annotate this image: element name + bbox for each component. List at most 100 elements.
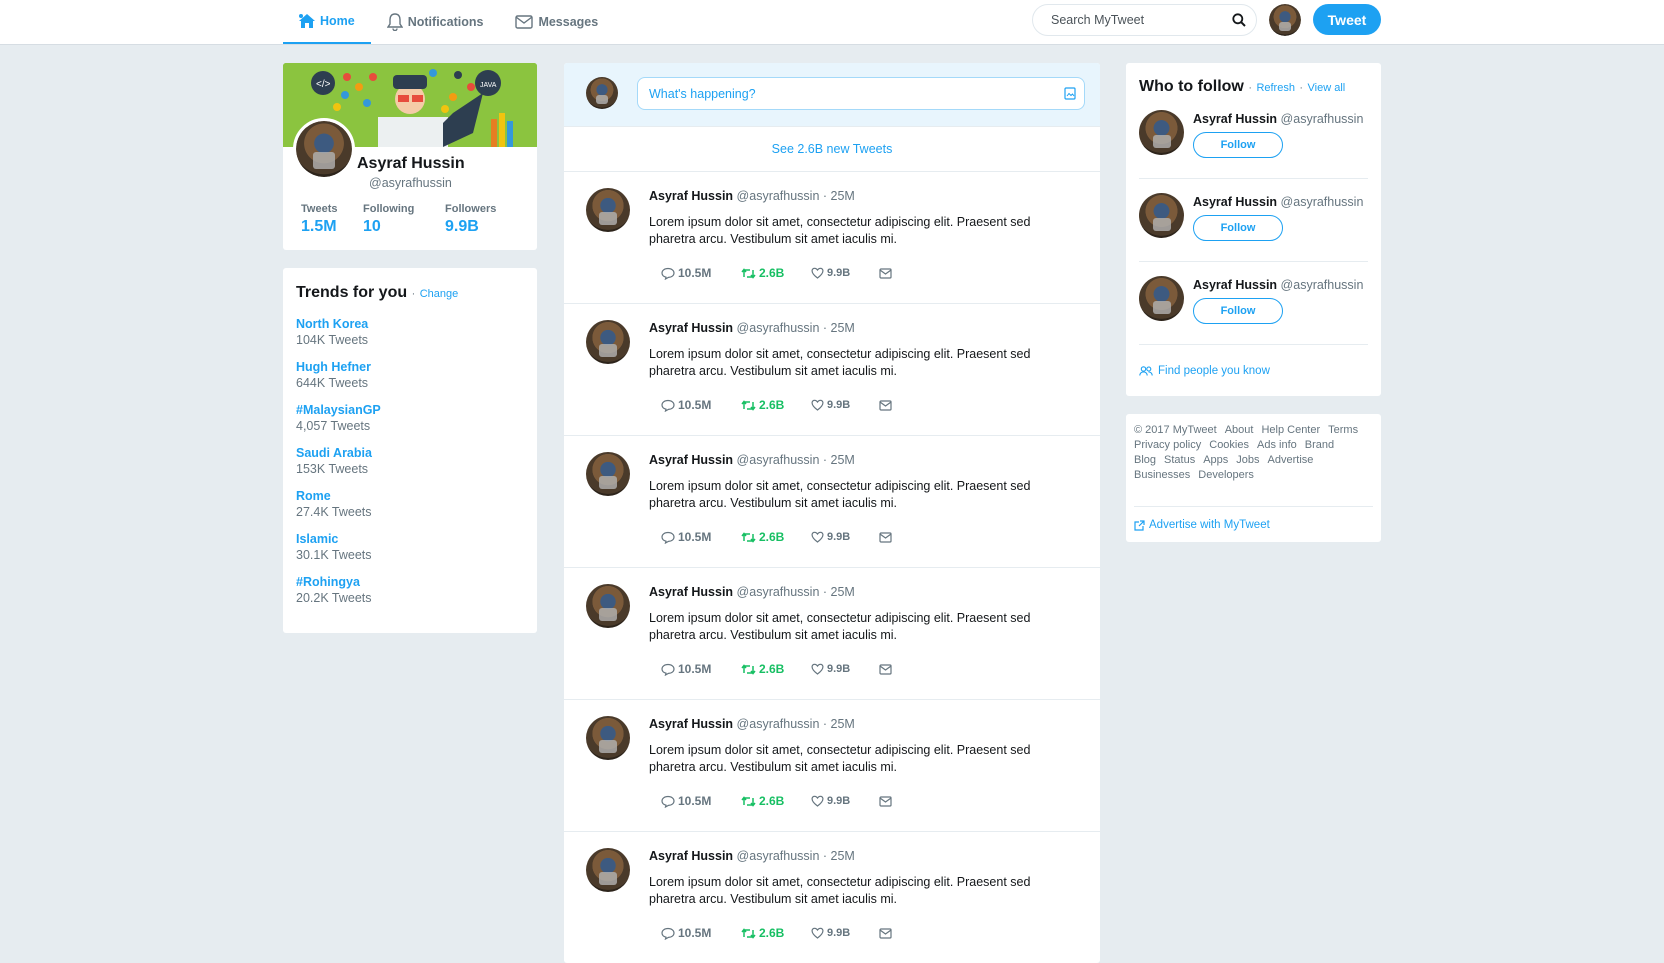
profile-name[interactable]: Asyraf Hussin — [357, 155, 465, 173]
tweet-avatar[interactable] — [586, 584, 630, 628]
account-avatar[interactable] — [1269, 4, 1301, 36]
like-button[interactable]: 9.9B — [811, 531, 879, 543]
stat-followers[interactable]: Followers 9.9B — [445, 203, 496, 236]
follow-button[interactable]: Follow — [1193, 132, 1283, 158]
refresh-link[interactable]: Refresh — [1256, 82, 1295, 94]
suggestion-avatar[interactable] — [1139, 110, 1184, 155]
like-button[interactable]: 9.9B — [811, 927, 879, 939]
suggestion-name[interactable]: Asyraf Hussin @asyrafhussin — [1193, 278, 1363, 292]
footer-link[interactable]: Terms — [1328, 424, 1358, 436]
reply-button[interactable]: 10.5M — [661, 398, 741, 412]
reply-button[interactable]: 10.5M — [661, 530, 741, 544]
advertise-link[interactable]: Advertise with MyTweet — [1134, 519, 1373, 531]
tweet-author[interactable]: Asyraf Hussin — [649, 717, 733, 731]
tweet-item[interactable]: Asyraf Hussin @asyrafhussin · 25M Lorem … — [564, 832, 1100, 963]
tweet-avatar[interactable] — [586, 320, 630, 364]
footer-link[interactable]: Advertise — [1268, 454, 1314, 466]
retweet-icon — [741, 399, 756, 411]
direct-message-button[interactable] — [879, 663, 895, 675]
like-button[interactable]: 9.9B — [811, 663, 879, 675]
suggestion-name[interactable]: Asyraf Hussin @asyrafhussin — [1193, 112, 1363, 126]
tweet-author[interactable]: Asyraf Hussin — [649, 849, 733, 863]
reply-button[interactable]: 10.5M — [661, 662, 741, 676]
search-input[interactable] — [1051, 5, 1231, 35]
reply-button[interactable]: 10.5M — [661, 266, 741, 280]
trend-item[interactable]: North Korea 104K Tweets — [296, 316, 524, 348]
footer-link[interactable]: Blog — [1134, 454, 1156, 466]
tweet-text: Lorem ipsum dolor sit amet, consectetur … — [649, 347, 1031, 378]
like-button[interactable]: 9.9B — [811, 399, 879, 411]
tweet-avatar[interactable] — [586, 452, 630, 496]
tweet-avatar[interactable] — [586, 848, 630, 892]
trend-item[interactable]: #MalaysianGP 4,057 Tweets — [296, 402, 524, 434]
footer-link[interactable]: Help Center — [1261, 424, 1320, 436]
who-to-follow-title: Who to follow — [1139, 78, 1244, 95]
profile-avatar[interactable] — [293, 118, 355, 180]
tweet-author[interactable]: Asyraf Hussin — [649, 321, 733, 335]
footer-link[interactable]: Cookies — [1209, 439, 1249, 451]
follow-button[interactable]: Follow — [1193, 215, 1283, 241]
footer-link[interactable]: Apps — [1203, 454, 1228, 466]
trend-item[interactable]: Islamic 30.1K Tweets — [296, 531, 524, 563]
retweet-button[interactable]: 2.6B — [741, 926, 811, 940]
tweet-button[interactable]: Tweet — [1313, 4, 1381, 35]
suggestion-name[interactable]: Asyraf Hussin @asyrafhussin — [1193, 195, 1363, 209]
like-button[interactable]: 9.9B — [811, 267, 879, 279]
image-icon[interactable] — [1064, 87, 1076, 100]
suggestion-avatar[interactable] — [1139, 276, 1184, 321]
direct-message-button[interactable] — [879, 267, 895, 279]
trend-item[interactable]: Hugh Hefner 644K Tweets — [296, 359, 524, 391]
tweet-item[interactable]: Asyraf Hussin @asyrafhussin · 25M Lorem … — [564, 700, 1100, 832]
tweet-author[interactable]: Asyraf Hussin — [649, 189, 733, 203]
stat-following[interactable]: Following 10 — [363, 203, 445, 236]
footer-link[interactable]: Ads info — [1257, 439, 1297, 451]
tweet-header: Asyraf Hussin @asyrafhussin · 25M — [649, 189, 855, 203]
retweet-button[interactable]: 2.6B — [741, 398, 811, 412]
trends-change-link[interactable]: Change — [420, 288, 459, 300]
trend-item[interactable]: Rome 27.4K Tweets — [296, 488, 524, 520]
suggestion-avatar[interactable] — [1139, 193, 1184, 238]
tweet-item[interactable]: Asyraf Hussin @asyrafhussin · 25M Lorem … — [564, 172, 1100, 304]
tweet-item[interactable]: Asyraf Hussin @asyrafhussin · 25M Lorem … — [564, 436, 1100, 568]
new-tweets-banner[interactable]: See 2.6B new Tweets — [564, 127, 1100, 172]
reply-button[interactable]: 10.5M — [661, 926, 741, 940]
nav-messages[interactable]: Messages — [499, 0, 614, 44]
nav-notifications[interactable]: Notifications — [371, 0, 500, 44]
tweet-item[interactable]: Asyraf Hussin @asyrafhussin · 25M Lorem … — [564, 568, 1100, 700]
trend-item[interactable]: #Rohingya 20.2K Tweets — [296, 574, 524, 606]
tweet-author[interactable]: Asyraf Hussin — [649, 453, 733, 467]
direct-message-button[interactable] — [879, 795, 895, 807]
profile-handle[interactable]: @asyrafhussin — [369, 176, 452, 190]
like-button[interactable]: 9.9B — [811, 795, 879, 807]
retweet-button[interactable]: 2.6B — [741, 662, 811, 676]
footer-link[interactable]: Status — [1164, 454, 1195, 466]
find-people-link[interactable]: Find people you know — [1139, 365, 1270, 377]
like-count: 9.9B — [827, 399, 851, 411]
trend-item[interactable]: Saudi Arabia 153K Tweets — [296, 445, 524, 477]
direct-message-button[interactable] — [879, 399, 895, 411]
reply-icon — [661, 795, 675, 808]
footer-link[interactable]: About — [1225, 424, 1254, 436]
follow-button[interactable]: Follow — [1193, 298, 1283, 324]
retweet-button[interactable]: 2.6B — [741, 794, 811, 808]
tweet-avatar[interactable] — [586, 188, 630, 232]
footer-link[interactable]: Brand — [1305, 439, 1334, 451]
footer-link[interactable]: Developers — [1198, 469, 1254, 481]
footer-link[interactable]: Privacy policy — [1134, 439, 1201, 451]
reply-button[interactable]: 10.5M — [661, 794, 741, 808]
footer-link[interactable]: Businesses — [1134, 469, 1190, 481]
stat-tweets[interactable]: Tweets 1.5M — [301, 203, 363, 236]
footer-link[interactable]: Jobs — [1236, 454, 1259, 466]
tweet-avatar[interactable] — [586, 716, 630, 760]
composer-input[interactable]: What's happening? — [637, 77, 1085, 110]
retweet-button[interactable]: 2.6B — [741, 530, 811, 544]
search-icon[interactable] — [1232, 13, 1246, 27]
direct-message-button[interactable] — [879, 927, 895, 939]
view-all-link[interactable]: View all — [1308, 82, 1346, 94]
retweet-button[interactable]: 2.6B — [741, 266, 811, 280]
nav-home[interactable]: Home — [283, 0, 371, 44]
tweet-author[interactable]: Asyraf Hussin — [649, 585, 733, 599]
direct-message-button[interactable] — [879, 531, 895, 543]
tweet-text: Lorem ipsum dolor sit amet, consectetur … — [649, 215, 1031, 246]
tweet-item[interactable]: Asyraf Hussin @asyrafhussin · 25M Lorem … — [564, 304, 1100, 436]
